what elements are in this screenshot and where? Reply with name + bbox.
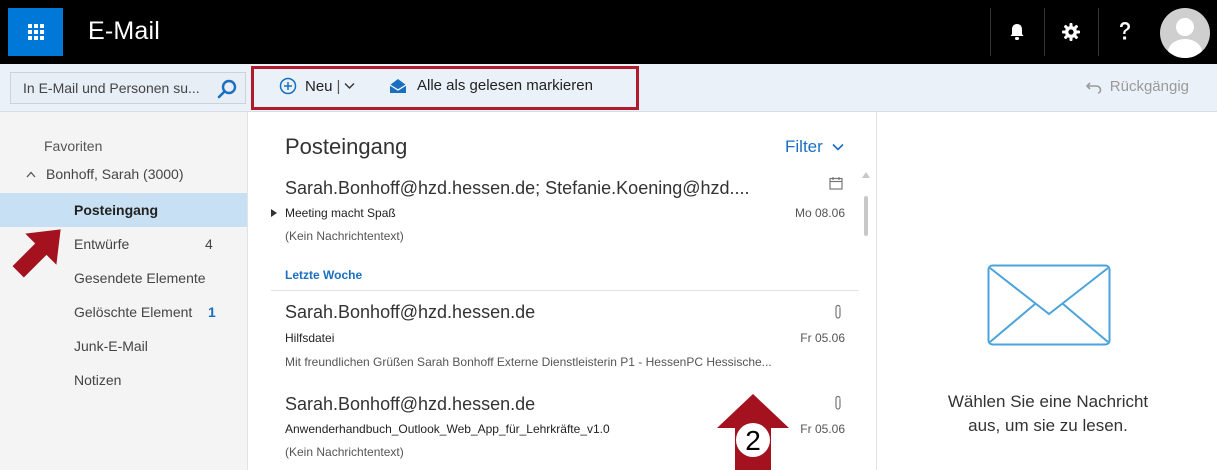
empty-reading-line1: Wählen Sie eine Nachricht bbox=[947, 392, 1149, 411]
callout-number: 2 bbox=[745, 425, 761, 456]
folder-pane: Favoriten Bonhoff, Sarah (3000) Posteing… bbox=[0, 112, 248, 470]
app-title: E-Mail bbox=[88, 17, 161, 45]
command-bar: In E-Mail und Personen su... bbox=[0, 64, 1217, 112]
folder-label: Junk-E-Mail bbox=[74, 338, 148, 354]
search-box[interactable]: In E-Mail und Personen su... bbox=[10, 72, 246, 104]
attachment-icon bbox=[835, 304, 841, 319]
app-launcher-button[interactable] bbox=[8, 8, 63, 56]
top-bar: E-Mail bbox=[0, 0, 1217, 64]
help-icon bbox=[1119, 22, 1130, 40]
help-button[interactable] bbox=[1098, 8, 1150, 56]
notifications-button[interactable] bbox=[990, 8, 1042, 56]
scroll-up-arrow[interactable] bbox=[862, 172, 870, 178]
account-label: Bonhoff, Sarah (3000) bbox=[46, 166, 184, 182]
waffle-icon bbox=[27, 24, 44, 40]
message-date: Mo 08.06 bbox=[794, 206, 845, 220]
group-header: Letzte Woche bbox=[285, 268, 363, 282]
empty-reading-line2: aus, um sie zu lesen. bbox=[968, 416, 1128, 435]
filter-label: Filter bbox=[785, 137, 823, 156]
message-preview: Mit freundlichen Grüßen Sarah Bonhoff Ex… bbox=[285, 355, 772, 369]
message-subject: Hilfsdatei bbox=[285, 331, 335, 345]
attachment-icon bbox=[835, 395, 841, 410]
message-sender: Sarah.Bonhoff@hzd.hessen.de bbox=[285, 394, 536, 414]
message-date: Fr 05.06 bbox=[800, 331, 845, 345]
avatar[interactable] bbox=[1160, 8, 1210, 58]
mark-all-read-button[interactable]: Alle als gelesen markieren bbox=[389, 77, 593, 94]
mark-all-read-label: Alle als gelesen markieren bbox=[417, 77, 593, 94]
folder-label: Notizen bbox=[74, 372, 122, 388]
calendar-icon bbox=[829, 177, 843, 190]
chevron-up-icon[interactable] bbox=[26, 171, 36, 178]
expand-thread-icon[interactable] bbox=[271, 209, 277, 217]
folder-label: Entwürfe bbox=[74, 236, 130, 252]
search-input[interactable]: In E-Mail und Personen su... bbox=[23, 80, 213, 96]
folder-count: 1 bbox=[208, 304, 216, 320]
message-preview: (Kein Nachrichtentext) bbox=[285, 229, 404, 243]
undo-icon bbox=[1085, 81, 1102, 94]
envelope-open-icon bbox=[389, 78, 407, 93]
message-preview: (Kein Nachrichtentext) bbox=[285, 445, 404, 459]
new-button-label: Neu bbox=[305, 77, 333, 95]
search-icon[interactable] bbox=[217, 79, 237, 99]
settings-button[interactable] bbox=[1044, 8, 1096, 56]
person-icon bbox=[1168, 18, 1202, 58]
gear-icon bbox=[1061, 23, 1080, 41]
bell-icon bbox=[1010, 24, 1023, 40]
envelope-icon bbox=[987, 264, 1111, 346]
folder-label: Gelöschte Element bbox=[74, 304, 193, 320]
reading-pane: Wählen Sie eine Nachricht aus, um sie zu… bbox=[878, 112, 1217, 470]
chevron-down-icon bbox=[832, 143, 844, 151]
favorites-heading[interactable]: Favoriten bbox=[44, 138, 102, 154]
plus-circle-icon bbox=[279, 77, 297, 95]
message-date: Fr 05.06 bbox=[800, 422, 845, 436]
folder-title: Posteingang bbox=[285, 134, 408, 159]
message-sender: Sarah.Bonhoff@hzd.hessen.de; Stefanie.Ko… bbox=[285, 178, 750, 198]
chevron-down-icon[interactable] bbox=[344, 82, 355, 90]
message-subject: Meeting macht Spaß bbox=[285, 206, 396, 220]
red-arrow-annotation bbox=[12, 229, 61, 278]
empty-reading-message: Wählen Sie eine Nachricht aus, um sie zu… bbox=[908, 390, 1188, 438]
filter-button[interactable]: Filter bbox=[785, 137, 844, 157]
group-divider bbox=[271, 290, 859, 291]
folder-junk[interactable]: Junk-E-Mail bbox=[0, 329, 247, 363]
folder-label: Posteingang bbox=[74, 202, 159, 218]
new-button[interactable]: Neu | bbox=[279, 77, 355, 95]
scrollbar-thumb[interactable] bbox=[864, 196, 868, 236]
account-node[interactable]: Bonhoff, Sarah (3000) bbox=[26, 166, 184, 182]
message-subject: Anwenderhandbuch_Outlook_Web_App_für_Leh… bbox=[285, 422, 610, 436]
folder-label: Gesendete Elemente bbox=[74, 270, 206, 286]
callout-badge: 2 bbox=[717, 394, 789, 470]
undo-button[interactable]: Rückgängig bbox=[1085, 78, 1189, 95]
folder-notes[interactable]: Notizen bbox=[0, 363, 247, 397]
folder-deleted[interactable]: Gelöschte Element 1 bbox=[0, 295, 247, 329]
folder-count: 4 bbox=[205, 236, 213, 252]
separator: | bbox=[336, 77, 341, 95]
message-sender: Sarah.Bonhoff@hzd.hessen.de bbox=[285, 302, 536, 322]
undo-label: Rückgängig bbox=[1109, 78, 1189, 95]
